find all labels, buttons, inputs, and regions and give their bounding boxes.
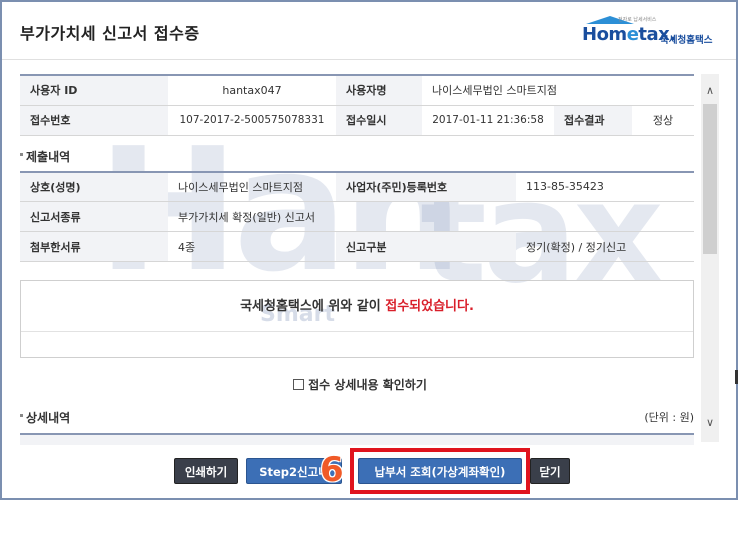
highlight-box: [350, 448, 530, 494]
notice-highlight: 접수되었습니다.: [385, 299, 474, 314]
filing-category-label: 신고구분: [336, 231, 516, 262]
notice-prefix: 국세청홈택스에 위와 같이: [240, 299, 386, 314]
notice-divider: [21, 331, 693, 332]
confirm-details-label: 접수 상세내용 확인하기: [308, 378, 427, 392]
business-name-value: 나이스세무법인 스마트지점: [168, 170, 336, 202]
detail-section-header: 상세내역 (단위 : 원): [20, 407, 700, 445]
notice-box: 국세청홈택스에 위와 같이 접수되었습니다.: [20, 280, 694, 358]
receipt-datetime-value: 2017-01-11 21:36:58: [422, 105, 554, 136]
return-type-value: 부가가치세 확정(일반) 신고서: [168, 201, 694, 232]
print-button[interactable]: 인쇄하기: [174, 458, 238, 484]
table-row: 첨부한서류 4종 신고구분 정기(확정) / 정기신고: [20, 231, 694, 262]
close-button[interactable]: 닫기: [530, 458, 570, 484]
detail-section-title: 상세내역: [20, 411, 71, 425]
confirm-details-row[interactable]: 접수 상세내용 확인하기: [20, 376, 700, 393]
confirm-details-checkbox[interactable]: [293, 379, 305, 390]
detail-table-header: [20, 433, 694, 445]
logo-tagline: 전자로 납세서비스: [618, 17, 657, 23]
submission-section-title: 제출내역: [20, 148, 700, 165]
hometax-logo: 전자로 납세서비스 Hometax. 국세청홈택스: [582, 16, 722, 48]
page-title: 부가가치세 신고서 접수증: [20, 24, 200, 43]
scrollbar-thumb[interactable]: [703, 104, 717, 254]
notice-message: 국세청홈택스에 위와 같이 접수되었습니다.: [21, 295, 693, 314]
receipt-window: 부가가치세 신고서 접수증 전자로 납세서비스 Hometax. 국세청홈택스 …: [0, 0, 738, 500]
return-type-label: 신고서종류: [20, 201, 168, 232]
submission-table: 상호(성명) 나이스세무법인 스마트지점 사업자(주민)등록번호 113-85-…: [20, 170, 694, 262]
business-name-label: 상호(성명): [20, 170, 168, 202]
user-name-label: 사용자명: [336, 74, 422, 106]
business-reg-label: 사업자(주민)등록번호: [336, 170, 516, 202]
scroll-up-icon[interactable]: ∧: [701, 82, 719, 100]
receipt-datetime-label: 접수일시: [336, 105, 422, 136]
attachments-value: 4종: [168, 231, 336, 262]
table-row: 상호(성명) 나이스세무법인 스마트지점 사업자(주민)등록번호 113-85-…: [20, 170, 694, 202]
scroll-down-icon[interactable]: ∨: [701, 414, 719, 432]
logo-brand-main: Hom: [582, 24, 627, 45]
table-row: 신고서종류 부가가치세 확정(일반) 신고서: [20, 201, 694, 232]
window-header: 부가가치세 신고서 접수증 전자로 납세서비스 Hometax. 국세청홈택스: [2, 2, 736, 60]
user-info-table: 사용자 ID hantax047 사용자명 나이스세무법인 스마트지점 접수번호…: [20, 74, 694, 136]
table-row: 사용자 ID hantax047 사용자명 나이스세무법인 스마트지점: [20, 74, 694, 106]
user-id-value: hantax047: [168, 74, 336, 106]
unit-label: (단위 : 원): [644, 411, 694, 424]
user-name-value: 나이스세무법인 스마트지점: [422, 74, 694, 106]
receipt-content: 사용자 ID hantax047 사용자명 나이스세무법인 스마트지점 접수번호…: [20, 74, 700, 454]
filing-category-value: 정기(확정) / 정기신고: [516, 231, 694, 262]
receipt-number-label: 접수번호: [20, 105, 168, 136]
table-row: 접수번호 107-2017-2-500575078331 접수일시 2017-0…: [20, 105, 694, 136]
attachments-label: 첨부한서류: [20, 231, 168, 262]
logo-brand-e: e: [626, 24, 639, 45]
logo-subtitle: 국세청홈택스: [660, 35, 713, 46]
user-id-label: 사용자 ID: [20, 74, 168, 106]
step-number-annotation: 6: [320, 450, 344, 490]
receipt-result-value: 정상: [632, 105, 694, 136]
receipt-result-label: 접수결과: [554, 105, 632, 136]
receipt-number-value: 107-2017-2-500575078331: [168, 105, 336, 136]
vertical-scrollbar[interactable]: ∧ ∨: [701, 74, 719, 442]
business-reg-value: 113-85-35423: [516, 170, 694, 202]
edge-mark: [735, 370, 738, 384]
